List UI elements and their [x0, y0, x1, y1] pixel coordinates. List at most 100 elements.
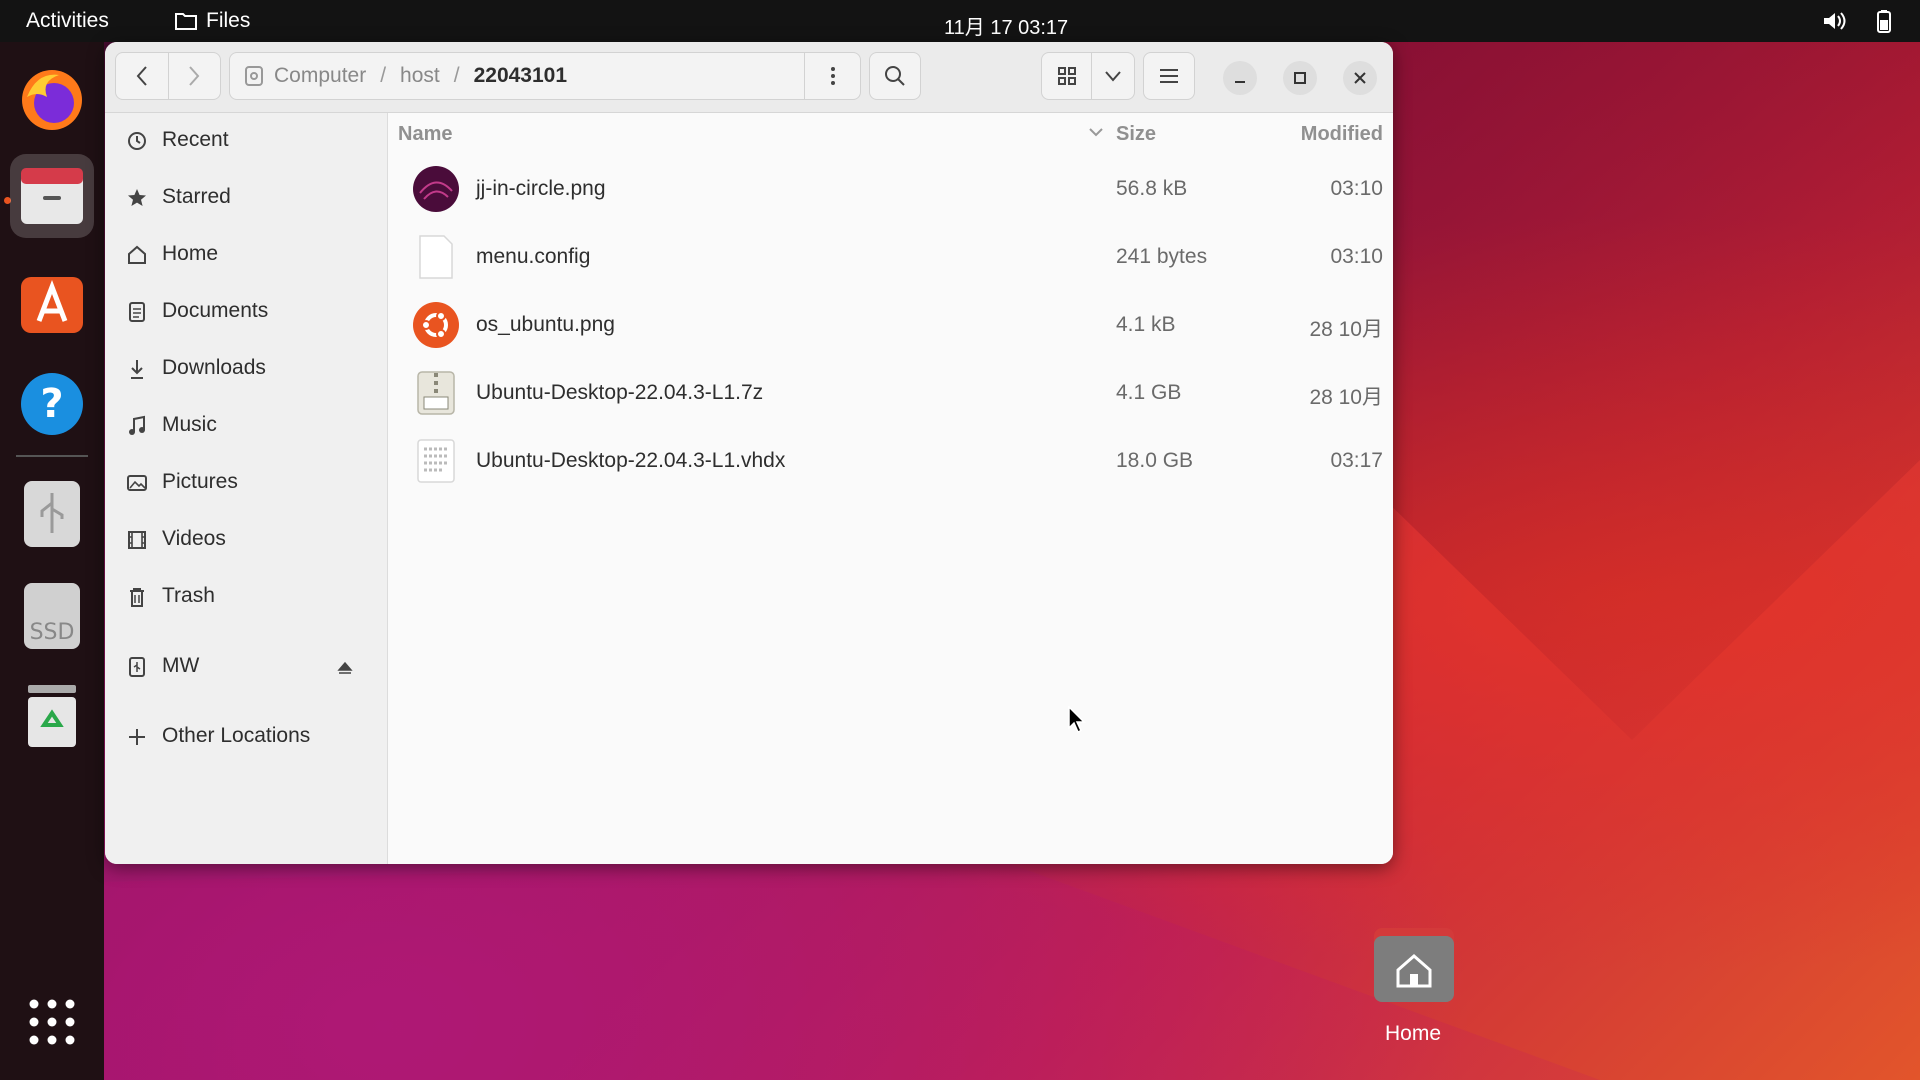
- dock-item-trash[interactable]: [10, 674, 94, 758]
- path-menu-button[interactable]: [806, 53, 860, 99]
- sort-chevron-down-icon[interactable]: [1088, 126, 1104, 138]
- dock-item-firefox[interactable]: [10, 58, 94, 142]
- sidebar-item-downloads[interactable]: Downloads: [105, 343, 387, 395]
- dock-item-software[interactable]: [10, 260, 94, 344]
- show-applications-button[interactable]: [10, 980, 94, 1064]
- eject-icon: [337, 661, 353, 674]
- app-menu-label: Files: [206, 9, 251, 32]
- star-icon: [125, 186, 149, 210]
- column-header-size[interactable]: Size: [1116, 113, 1156, 155]
- clock[interactable]: 11月 17 03:17: [944, 11, 1068, 40]
- app-grid-icon: [29, 999, 75, 1045]
- view-buttons: [1041, 52, 1135, 100]
- breadcrumb-separator: /: [380, 64, 387, 87]
- file-row[interactable]: Ubuntu-Desktop-22.04.3-L1.vhdx 18.0 GB 0…: [388, 427, 1393, 495]
- file-modified: 28 10月: [1309, 386, 1383, 409]
- file-size: 4.1 kB: [1116, 313, 1176, 336]
- file-size: 56.8 kB: [1116, 177, 1188, 200]
- file-size: 18.0 GB: [1116, 449, 1194, 472]
- file-row[interactable]: os_ubuntu.png 4.1 kB 28 10月: [388, 291, 1393, 359]
- trash-icon: [28, 685, 76, 747]
- plus-icon: [125, 725, 149, 749]
- dock-item-help[interactable]: ?: [10, 362, 94, 446]
- breadcrumb-current[interactable]: 22043101: [474, 64, 567, 88]
- files-window: Computer / host / 22043101 Recent Starre…: [105, 42, 1393, 864]
- home-icon: [125, 243, 149, 267]
- sidebar-item-starred[interactable]: Starred: [105, 172, 387, 224]
- activities-button[interactable]: Activities: [26, 9, 109, 33]
- grid-view-button[interactable]: [1042, 66, 1091, 86]
- sidebar-item-music[interactable]: Music: [105, 400, 387, 452]
- file-row[interactable]: menu.config 241 bytes 03:10: [388, 223, 1393, 291]
- column-header-name[interactable]: Name: [398, 113, 452, 155]
- file-size: 4.1 GB: [1116, 381, 1182, 404]
- main-menu-button[interactable]: [1143, 52, 1195, 100]
- clock-icon: [125, 129, 149, 153]
- back-button[interactable]: [116, 65, 168, 87]
- dock-item-files[interactable]: [10, 154, 94, 238]
- sidebar-item-label: Other Locations: [162, 724, 311, 747]
- grid-icon: [1057, 67, 1076, 85]
- archive-file-icon: [417, 371, 455, 415]
- system-tray[interactable]: [1822, 9, 1896, 33]
- minimize-button[interactable]: [1223, 61, 1257, 95]
- sidebar-item-mw[interactable]: MW: [105, 641, 387, 693]
- forward-button[interactable]: [168, 65, 220, 87]
- svg-text:SSD: SSD: [30, 620, 75, 645]
- file-name: jj-in-circle.png: [476, 177, 606, 200]
- desktop-home-label: Home: [1384, 1022, 1442, 1045]
- dock-item-ssd[interactable]: SSD: [10, 574, 94, 658]
- search-button[interactable]: [869, 52, 921, 100]
- file-name: menu.config: [476, 245, 591, 268]
- file-modified: 03:17: [1330, 449, 1383, 472]
- sidebar-item-trash[interactable]: Trash: [105, 571, 387, 623]
- file-row[interactable]: Ubuntu-Desktop-22.04.3-L1.7z 4.1 GB 28 1…: [388, 359, 1393, 427]
- breadcrumb-separator: /: [453, 64, 460, 87]
- usb-icon: [125, 655, 149, 679]
- help-icon: ?: [21, 373, 83, 435]
- file-name: os_ubuntu.png: [476, 313, 615, 336]
- column-header-modified[interactable]: Modified: [1301, 113, 1383, 155]
- video-icon: [125, 528, 149, 552]
- sidebar-item-pictures[interactable]: Pictures: [105, 457, 387, 509]
- chevron-down-icon: [1105, 71, 1121, 82]
- volume-icon[interactable]: [1822, 10, 1846, 32]
- file-row[interactable]: jj-in-circle.png 56.8 kB 03:10: [388, 155, 1393, 223]
- breadcrumb-computer[interactable]: Computer: [274, 64, 366, 88]
- header-bar: Computer / host / 22043101: [105, 42, 1393, 113]
- top-bar: Activities Files 11月 17 03:17: [0, 0, 1920, 42]
- trash-icon: [125, 585, 149, 609]
- sidebar-item-documents[interactable]: Documents: [105, 286, 387, 338]
- sidebar-item-home[interactable]: Home: [105, 229, 387, 281]
- sidebar-item-recent[interactable]: Recent: [105, 115, 387, 167]
- sidebar-item-videos[interactable]: Videos: [105, 514, 387, 566]
- music-icon: [125, 414, 149, 438]
- sidebar-item-other-locations[interactable]: Other Locations: [105, 711, 387, 763]
- file-modified: 03:10: [1330, 177, 1383, 200]
- eject-button[interactable]: [337, 658, 353, 682]
- close-button[interactable]: [1343, 61, 1377, 95]
- sidebar-item-label: Pictures: [162, 470, 238, 493]
- firefox-icon: [22, 70, 82, 130]
- nav-buttons: [115, 52, 221, 100]
- chevron-right-icon: [189, 66, 200, 86]
- sidebar-item-label: Videos: [162, 527, 226, 550]
- maximize-button[interactable]: [1283, 61, 1317, 95]
- close-icon: [1354, 72, 1366, 84]
- ubuntu-logo-file-icon: [413, 302, 459, 348]
- path-bar[interactable]: Computer / host / 22043101: [229, 52, 861, 100]
- files-icon: [21, 168, 83, 224]
- battery-icon[interactable]: [1872, 9, 1896, 33]
- column-modified-label: Modified: [1300, 122, 1383, 145]
- document-icon: [125, 300, 149, 324]
- minimize-icon: [1235, 81, 1245, 83]
- dock-item-usb[interactable]: [10, 472, 94, 556]
- sidebar-item-label: Starred: [162, 185, 231, 208]
- file-name: Ubuntu-Desktop-22.04.3-L1.vhdx: [476, 449, 786, 472]
- sidebar-item-label: Documents: [162, 299, 269, 322]
- mouse-pointer-icon: [1068, 706, 1086, 734]
- breadcrumb-host[interactable]: host: [400, 64, 440, 88]
- view-options-button[interactable]: [1092, 70, 1134, 82]
- app-menu-files[interactable]: Files: [174, 9, 250, 33]
- file-modified: 03:10: [1330, 245, 1383, 268]
